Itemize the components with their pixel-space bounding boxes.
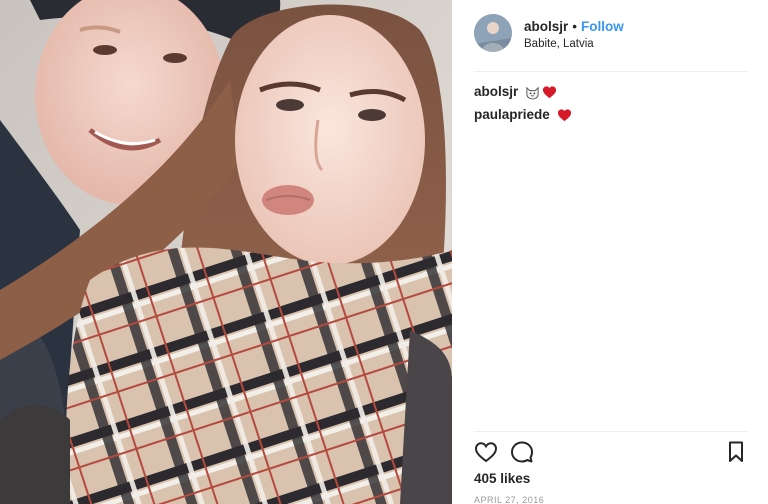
location-link[interactable]: Babite, Latvia — [524, 38, 594, 50]
heart-outline-icon — [474, 442, 498, 463]
comment-username[interactable]: paulapriede — [474, 107, 550, 123]
comment-button[interactable] — [510, 440, 534, 464]
post-date: APRIL 27, 2016 — [474, 495, 545, 504]
username-link[interactable]: abolsjr — [524, 19, 568, 34]
cat-face-emoji-icon — [526, 86, 539, 100]
red-heart-emoji-icon — [543, 85, 557, 98]
header-divider — [474, 71, 748, 72]
actions-divider — [474, 431, 748, 432]
header-user-line: abolsjr • Follow — [524, 19, 624, 35]
comment-item: paulapriede — [474, 107, 572, 123]
post-header: abolsjr • Follow Babite, Latvia — [452, 0, 768, 72]
follow-button[interactable]: Follow — [581, 19, 624, 34]
like-button[interactable] — [474, 440, 498, 464]
post-actions — [474, 440, 748, 464]
avatar[interactable] — [474, 14, 512, 52]
save-button[interactable] — [724, 440, 748, 464]
comment-item: abolsjr — [474, 84, 557, 100]
comment-bubble-icon — [511, 441, 533, 463]
instagram-post: abolsjr • Follow Babite, Latvia abolsjr pa… — [0, 0, 768, 504]
separator-dot: • — [572, 19, 577, 34]
likes-count[interactable]: 405 likes — [474, 471, 530, 486]
post-sidebar: abolsjr • Follow Babite, Latvia abolsjr pa… — [452, 0, 768, 504]
selfie-photo-image — [0, 0, 452, 504]
bookmark-icon — [729, 441, 743, 462]
comment-username[interactable]: abolsjr — [474, 84, 518, 100]
red-heart-emoji-icon — [557, 108, 571, 121]
post-photo[interactable] — [0, 0, 452, 504]
avatar-image — [474, 14, 512, 52]
